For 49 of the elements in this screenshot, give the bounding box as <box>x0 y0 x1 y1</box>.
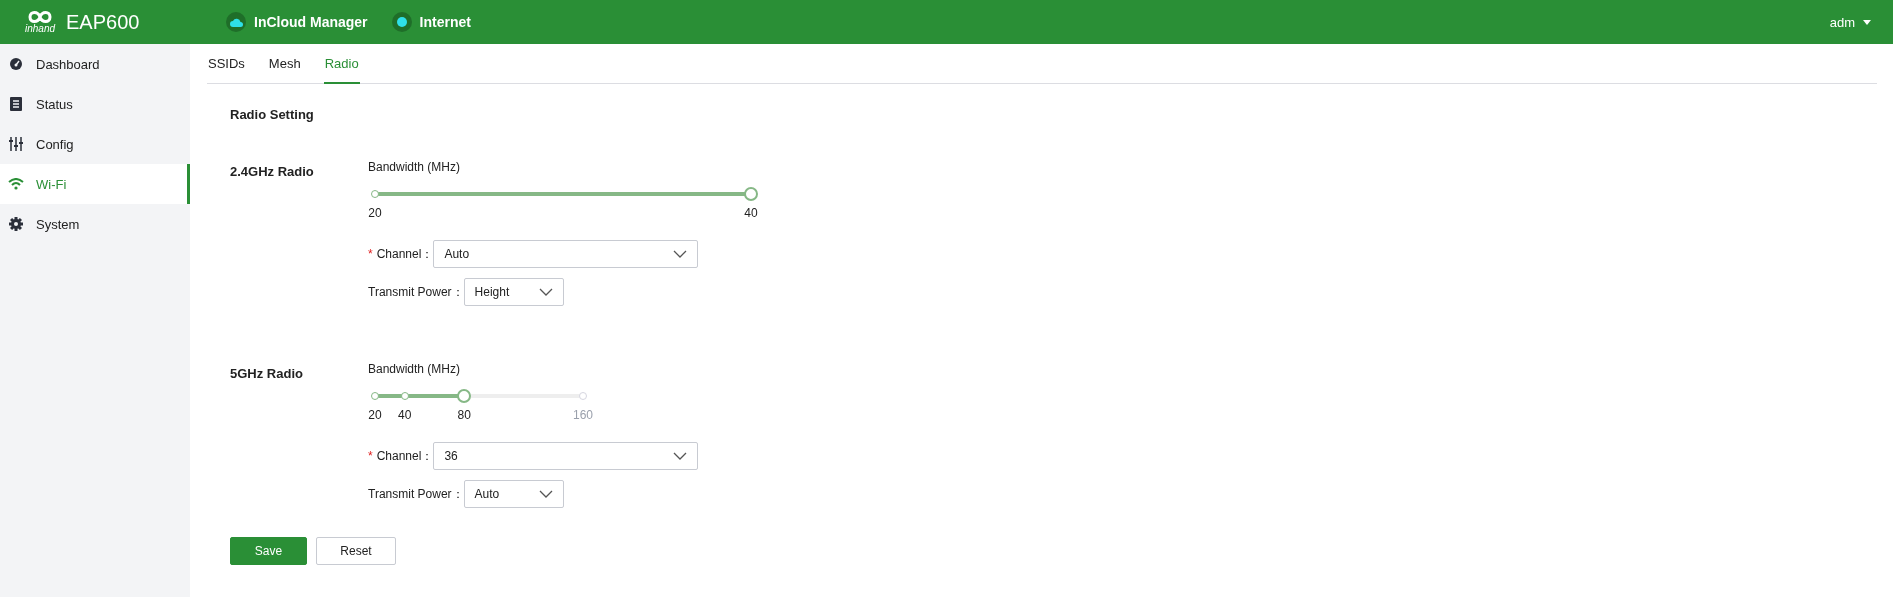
cloud-icon <box>229 17 243 27</box>
status-dot-icon <box>396 17 407 27</box>
radio-band-label: 2.4GHz Radio <box>230 163 315 181</box>
sidebar-item[interactable]: Status <box>0 84 190 124</box>
save-button[interactable]: Save <box>230 537 307 565</box>
tab[interactable]: SSIDs <box>207 44 246 84</box>
tick-label: 160 <box>573 408 593 422</box>
chevron-down-icon <box>673 250 688 258</box>
required-mark: * <box>368 449 373 463</box>
bandwidth-label: Bandwidth (MHz) <box>368 160 462 174</box>
sidebar-item[interactable]: System <box>0 204 190 244</box>
radio-band-label: 5GHz Radio <box>230 365 304 383</box>
tick-label: 80 <box>457 408 471 422</box>
document-icon <box>10 97 22 111</box>
status-label: InCloud Manager <box>254 14 368 30</box>
transmit-power-label: Transmit Power： <box>368 485 464 503</box>
tick-label: 20 <box>368 206 382 220</box>
settings-icon <box>9 217 23 231</box>
channel-select[interactable]: 36 <box>433 442 699 470</box>
sidebar-item[interactable]: Dashboard <box>0 44 190 84</box>
sidebar-item[interactable]: Config <box>0 124 190 164</box>
channel-label: Channel： <box>376 245 434 263</box>
transmit-power-select[interactable]: Height <box>463 278 564 306</box>
wifi-icon <box>8 178 24 190</box>
caret-icon <box>1863 19 1871 25</box>
logo-text: inhand <box>25 24 55 34</box>
tick-label: 40 <box>744 206 758 220</box>
chevron-down-icon <box>538 490 553 498</box>
tab[interactable]: Radio <box>323 44 360 84</box>
sliders-icon <box>9 137 23 151</box>
sidebar-item[interactable]: Wi-Fi <box>0 164 190 204</box>
transmit-power-select[interactable]: Auto <box>463 480 564 508</box>
channel-select[interactable]: Auto <box>433 240 699 268</box>
channel-label: Channel： <box>376 447 434 465</box>
user-menu[interactable]: adm <box>1829 14 1871 30</box>
tab[interactable]: Mesh <box>267 44 302 84</box>
reset-button[interactable]: Reset <box>316 537 396 565</box>
dashboard-icon <box>9 57 23 71</box>
tick-label: 20 <box>368 408 382 422</box>
required-mark: * <box>368 247 373 261</box>
logo-icon <box>26 10 54 24</box>
tick-label: 40 <box>398 408 412 422</box>
status-label: Internet <box>419 14 471 30</box>
bandwidth-label: Bandwidth (MHz) <box>368 362 462 376</box>
chevron-down-icon <box>673 452 688 460</box>
chevron-down-icon <box>538 288 553 296</box>
transmit-power-label: Transmit Power： <box>368 283 464 301</box>
section-title: Radio Setting <box>230 107 315 122</box>
product-name: EAP600 <box>66 10 141 34</box>
